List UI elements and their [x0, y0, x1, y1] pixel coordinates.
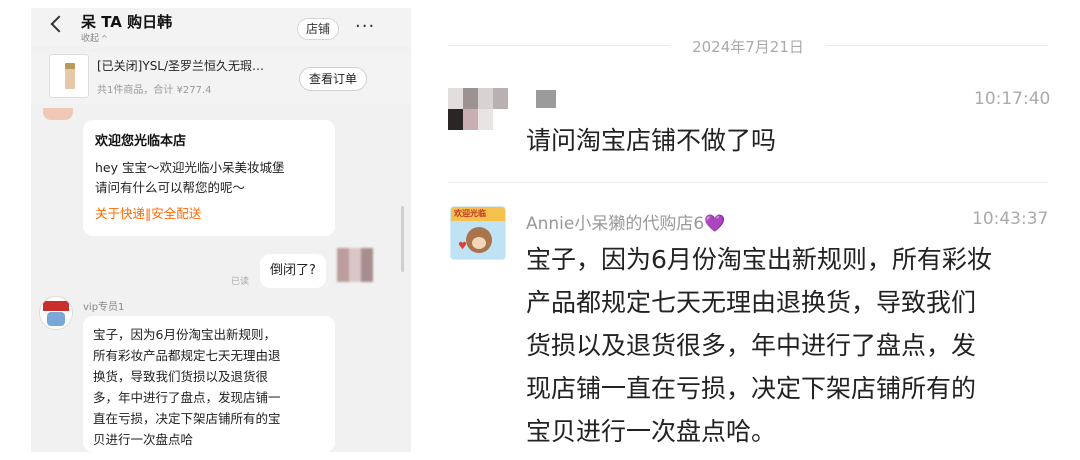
message-time: 10:17:40 [974, 89, 1051, 109]
welcome-card: 欢迎您光临本店 hey 宝宝～欢迎光临小呆美妆城堡 请问有什么可以帮您的呢～ 关… [83, 120, 335, 236]
reply-line: 货损以及退货很多，年中进行了盘点，发 [526, 331, 977, 360]
customer-avatar [337, 248, 373, 282]
reply-line: 直在亏损，决定下架店铺所有的宝 [93, 411, 281, 426]
customer-name-redacted [536, 90, 556, 108]
shop-sender-name: Annie小呆獭的代购店6💜 [526, 209, 725, 234]
collapse-label: 收起 [81, 34, 100, 44]
shop-button[interactable]: 店铺 [297, 18, 340, 40]
welcome-line: 请问有什么可以帮您的呢～ [95, 180, 246, 195]
reply-line: 所有彩妆产品都规定七天无理由退 [93, 348, 281, 363]
reply-line: 宝贝进行一次盘点哈。 [526, 417, 777, 446]
read-status: 已读 [231, 277, 250, 287]
agent-avatar [39, 296, 73, 330]
customer-message-bubble: 倒闭了? [260, 254, 326, 288]
chevron-up-icon: ^ [101, 34, 108, 43]
order-summary: 共1件商品，合计 ¥277.4 [97, 85, 212, 96]
desktop-chat-panel: 2024年7月21日 10:17:40 请问淘宝店铺不做了吗 欢迎光临 ♥ An… [448, 0, 1051, 460]
reply-line: 贝进行一次盘点哈 [93, 432, 194, 447]
mobile-chat-panel: 呆 TA 购日韩 收起 ^ 店铺 ··· [已关闭]YSL/圣罗兰恒久无瑕… 共1… [31, 8, 411, 452]
sender-name-text: Annie小呆獭的代购店6 [526, 214, 705, 234]
welcome-title: 欢迎您光临本店 [95, 134, 187, 149]
message-separator [448, 182, 1048, 183]
reply-line: 宝子，因为6月份淘宝出新规则，所有彩妆 [526, 245, 992, 274]
reply-line: 宝子，因为6月份淘宝出新规则， [93, 327, 276, 342]
shop-avatar: 欢迎光临 ♥ [450, 206, 506, 260]
shop-reply-message: 宝子，因为6月份淘宝出新规则，所有彩妆 产品都规定七天无理由退换货，导致我们 货… [526, 238, 1046, 453]
reply-line: 现店铺一直在亏损，决定下架店铺所有的 [526, 374, 977, 403]
customer-message: 请问淘宝店铺不做了吗 [526, 126, 777, 155]
chat-header: 呆 TA 购日韩 收起 ^ 店铺 ··· [31, 8, 411, 46]
shop-avatar [43, 108, 73, 120]
order-card[interactable]: [已关闭]YSL/圣罗兰恒久无瑕… 共1件商品，合计 ¥277.4 查看订单 [31, 52, 411, 104]
avatar-caption: 欢迎光临 [454, 209, 486, 218]
product-thumbnail [49, 54, 89, 98]
more-icon[interactable]: ··· [355, 16, 375, 37]
agent-name: vip专员1 [83, 302, 125, 313]
back-arrow-icon[interactable] [50, 15, 68, 33]
date-label: 2024年7月21日 [670, 36, 826, 57]
heart-icon: ♥ [458, 241, 467, 252]
customer-avatar-blurred [448, 88, 508, 130]
foundation-bottle-icon [65, 63, 75, 89]
reply-line: 换货，导致我们货损以及退货很 [93, 369, 269, 384]
agent-reply-bubble: 宝子，因为6月份淘宝出新规则， 所有彩妆产品都规定七天无理由退 换货，导致我们货… [83, 316, 335, 452]
collapse-toggle[interactable]: 收起 ^ [81, 31, 108, 44]
scrollbar[interactable] [401, 206, 404, 272]
welcome-line: hey 宝宝～欢迎光临小呆美妆城堡 [95, 160, 285, 175]
order-title: [已关闭]YSL/圣罗兰恒久无瑕… [97, 59, 265, 73]
reply-line: 产品都规定七天无理由退换货，导致我们 [526, 288, 977, 317]
delivery-link[interactable]: 关于快递‖安全配送 [95, 203, 323, 222]
message-time: 10:43:37 [972, 209, 1049, 229]
view-order-button[interactable]: 查看订单 [299, 67, 368, 91]
purple-heart-icon: 💜 [704, 214, 726, 234]
shop-name: 呆 TA 购日韩 [81, 13, 173, 31]
welcome-body: hey 宝宝～欢迎光临小呆美妆城堡 请问有什么可以帮您的呢～ [95, 158, 323, 198]
reply-line: 多，年中进行了盘点，发现店铺一 [93, 390, 281, 405]
